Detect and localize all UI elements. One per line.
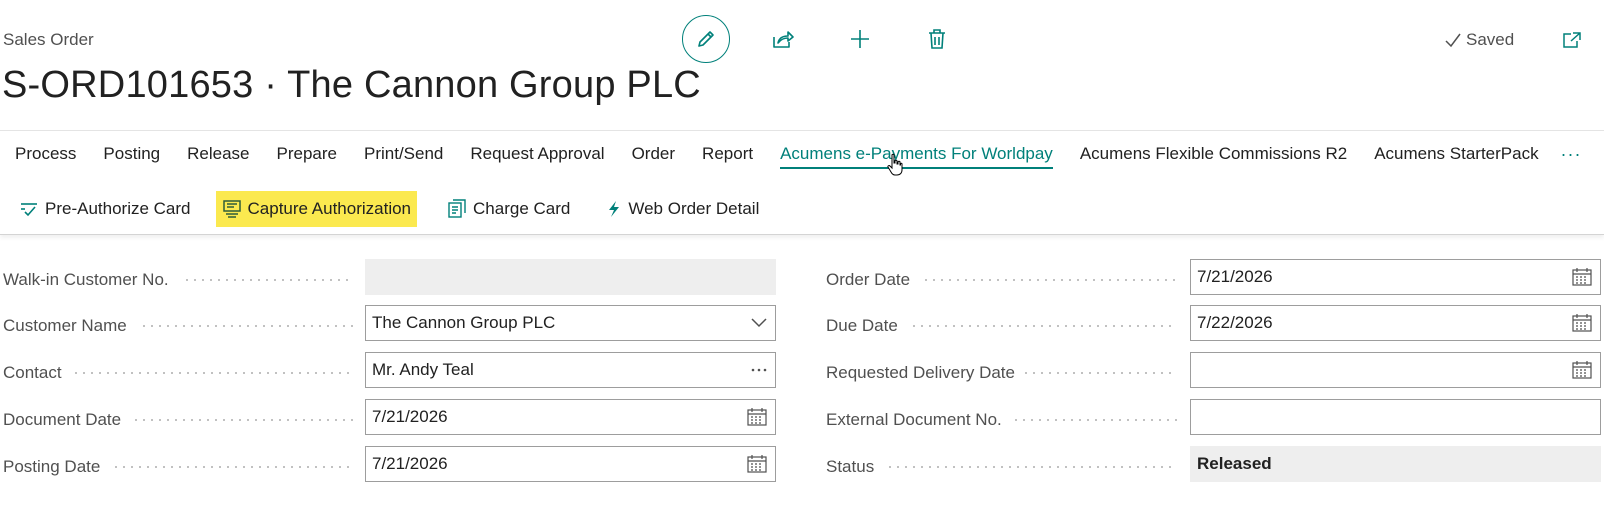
share-icon: [773, 31, 794, 48]
popout-icon: [1563, 32, 1581, 48]
due-date-label: Due Date: [826, 316, 898, 335]
pre-authorize-card-label: Pre-Authorize Card: [45, 198, 191, 218]
walk-in-customer-no-label: Walk-in Customer No.: [3, 270, 169, 289]
menu-item-flexible-commissions[interactable]: Acumens Flexible Commissions R2: [1080, 144, 1347, 169]
menu-item-report[interactable]: Report: [702, 144, 753, 169]
charge-card-label: Charge Card: [473, 198, 571, 218]
menu-item-process[interactable]: Process: [15, 144, 76, 169]
menu-item-posting[interactable]: Posting: [103, 144, 160, 169]
leader-dots: [1022, 372, 1177, 374]
charge-card-icon: [448, 198, 466, 218]
due-date-field[interactable]: 7/22/2026: [1190, 305, 1601, 341]
posting-date-picker[interactable]: [747, 447, 767, 481]
pre-authorize-card-button[interactable]: Pre-Authorize Card: [13, 191, 197, 227]
due-date-picker[interactable]: [1572, 306, 1592, 340]
calendar-icon: [1572, 314, 1592, 332]
requested-delivery-date-label: Requested Delivery Date: [826, 363, 1015, 382]
action-menu: Process Posting Release Prepare Print/Se…: [15, 142, 1566, 170]
saved-status: Saved: [1444, 28, 1514, 52]
external-document-no-label: External Document No.: [826, 410, 1002, 429]
customer-name-dropdown[interactable]: [751, 306, 767, 340]
share-button[interactable]: [759, 15, 807, 63]
customer-name-label: Customer Name: [3, 316, 127, 335]
external-document-no-field[interactable]: [1190, 399, 1601, 435]
new-button[interactable]: [836, 15, 884, 63]
charge-card-button[interactable]: Charge Card: [441, 191, 576, 227]
edit-button[interactable]: [682, 15, 730, 63]
calendar-icon: [1572, 361, 1592, 379]
leader-dots: [886, 466, 1177, 468]
capture-icon: [222, 199, 241, 218]
order-date-picker[interactable]: [1572, 260, 1592, 294]
posting-date-field[interactable]: 7/21/2026: [365, 446, 776, 482]
requested-delivery-date-field[interactable]: [1190, 352, 1601, 388]
capture-authorization-label: Capture Authorization: [247, 198, 412, 218]
status-label: Status: [826, 457, 875, 476]
page-title: S-ORD101653 · The Cannon Group PLC: [2, 64, 701, 106]
chevron-down-icon: [751, 318, 767, 328]
pencil-icon: [698, 31, 714, 47]
menu-item-release[interactable]: Release: [187, 144, 249, 169]
more-icon: ···: [1560, 143, 1582, 164]
menu-item-prepare[interactable]: Prepare: [277, 144, 337, 169]
posting-date-label: Posting Date: [3, 457, 101, 476]
menu-item-print-send[interactable]: Print/Send: [364, 144, 443, 169]
calendar-icon: [747, 455, 767, 473]
menu-more-button[interactable]: ···: [1556, 140, 1586, 168]
web-order-detail-label: Web Order Detail: [628, 198, 760, 218]
calendar-icon: [1572, 268, 1592, 286]
web-order-detail-button[interactable]: Web Order Detail: [600, 191, 765, 227]
order-date-field[interactable]: 7/21/2026: [1190, 259, 1601, 295]
preauthorize-icon: [21, 202, 37, 216]
leader-dots: [140, 325, 353, 327]
requested-delivery-date-picker[interactable]: [1572, 353, 1592, 387]
status-badge: Released: [1197, 454, 1272, 473]
contact-lookup-button[interactable]: [751, 353, 767, 387]
open-new-window-button[interactable]: [1558, 26, 1586, 54]
menu-item-request-approval[interactable]: Request Approval: [470, 144, 604, 169]
contact-label: Contact: [3, 363, 62, 382]
top-action-bar: [682, 14, 961, 64]
status-field: Released: [1190, 446, 1601, 482]
walk-in-customer-no-field[interactable]: [365, 259, 776, 295]
trash-icon: [929, 29, 945, 49]
document-date-label: Document Date: [3, 410, 122, 429]
document-date-field[interactable]: 7/21/2026: [365, 399, 776, 435]
hand-cursor-icon: [887, 153, 903, 176]
delete-button[interactable]: [913, 15, 961, 63]
action-bar: Pre-Authorize Card Capture Authorization…: [0, 183, 1604, 235]
menu-item-starterpack[interactable]: Acumens StarterPack: [1374, 144, 1538, 169]
plus-icon: [851, 30, 869, 48]
ellipsis-icon: [751, 368, 767, 372]
checkmark-icon: [1445, 33, 1461, 48]
leader-dots: [922, 279, 1177, 281]
leader-dots: [72, 372, 353, 374]
contact-field[interactable]: Mr. Andy Teal: [365, 352, 776, 388]
menu-divider: [0, 130, 1604, 131]
capture-authorization-button[interactable]: Capture Authorization: [215, 190, 418, 227]
leader-dots: [1012, 419, 1177, 421]
leader-dots: [183, 279, 353, 281]
saved-label: Saved: [1466, 30, 1515, 49]
leader-dots: [910, 325, 1177, 327]
document-date-picker[interactable]: [747, 400, 767, 434]
leader-dots: [132, 419, 353, 421]
menu-item-order[interactable]: Order: [632, 144, 675, 169]
calendar-icon: [747, 408, 767, 426]
order-date-label: Order Date: [826, 270, 911, 289]
menu-item-e-payments[interactable]: Acumens e-Payments For Worldpay: [780, 144, 1053, 169]
leader-dots: [112, 466, 353, 468]
customer-name-field[interactable]: The Cannon Group PLC: [365, 305, 776, 341]
lightning-icon: [609, 200, 620, 217]
page-caption: Sales Order: [3, 30, 94, 49]
